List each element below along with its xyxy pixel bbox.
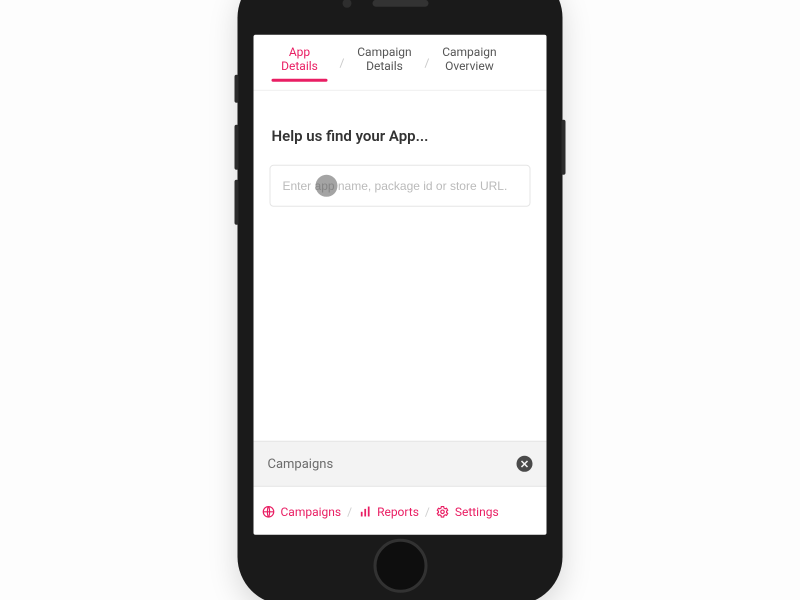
screen: App Details / Campaign Details / Campaig…: [254, 35, 547, 535]
footer-title: Campaigns: [268, 456, 334, 471]
nav-separator: /: [347, 505, 352, 519]
tab-label: App Details: [281, 45, 318, 73]
globe-icon: [262, 505, 276, 519]
nav-separator: /: [425, 505, 430, 519]
tab-active-underline: [272, 79, 328, 82]
nav-label: Settings: [455, 505, 499, 519]
phone-frame: App Details / Campaign Details / Campaig…: [238, 0, 563, 600]
nav-reports[interactable]: Reports: [358, 505, 419, 519]
nav-settings[interactable]: Settings: [436, 505, 499, 519]
tab-label: Campaign Details: [357, 45, 411, 73]
open-item-footer: Campaigns ✕: [254, 441, 547, 487]
bar-chart-icon: [358, 505, 372, 519]
phone-side-button: [562, 120, 566, 175]
tab-campaign-overview[interactable]: Campaign Overview: [431, 41, 507, 90]
close-icon[interactable]: ✕: [517, 456, 533, 472]
tab-app-details[interactable]: App Details: [262, 41, 338, 90]
home-button[interactable]: [373, 539, 427, 593]
gear-icon: [436, 505, 450, 519]
phone-side-button: [235, 180, 239, 225]
chevron-right-icon: /: [338, 55, 347, 69]
phone-side-button: [235, 75, 239, 103]
tab-campaign-details[interactable]: Campaign Details: [346, 41, 422, 90]
app-search-input[interactable]: [270, 165, 531, 207]
bottom-nav: Campaigns / Reports / Settings: [254, 487, 547, 535]
nav-label: Campaigns: [281, 505, 342, 519]
nav-campaigns[interactable]: Campaigns: [262, 505, 342, 519]
chevron-right-icon: /: [422, 55, 431, 69]
phone-camera-dot: [342, 0, 351, 8]
phone-earpiece: [372, 0, 428, 7]
main-content: Help us find your App... Campaigns ✕ C: [254, 91, 547, 535]
nav-label: Reports: [377, 505, 419, 519]
phone-side-button: [235, 125, 239, 170]
wizard-tabs: App Details / Campaign Details / Campaig…: [254, 35, 547, 91]
tab-label: Campaign Overview: [442, 45, 496, 73]
page-title: Help us find your App...: [254, 91, 547, 165]
